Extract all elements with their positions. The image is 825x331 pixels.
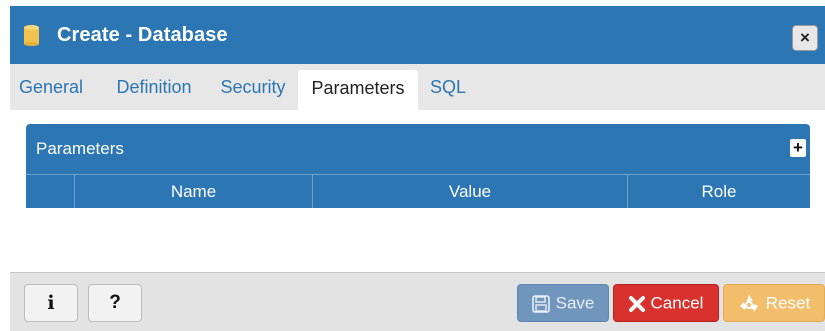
tab-definition[interactable]: Definition bbox=[102, 64, 206, 110]
help-button[interactable]: ? bbox=[88, 284, 142, 322]
floppy-disk-icon bbox=[531, 294, 550, 313]
cancel-button[interactable]: Cancel bbox=[613, 284, 719, 322]
tab-parameters[interactable]: Parameters bbox=[298, 70, 418, 110]
save-button[interactable]: Save bbox=[517, 284, 609, 322]
dialog-footer: i ? Save Cancel Reset bbox=[10, 272, 825, 331]
column-header-value[interactable]: Value bbox=[312, 175, 627, 208]
column-header-name[interactable]: Name bbox=[74, 175, 312, 208]
table-body-empty bbox=[26, 208, 810, 268]
column-header-role[interactable]: Role bbox=[627, 175, 810, 208]
dialog-title-bar[interactable]: Create - Database × bbox=[10, 6, 825, 64]
close-button[interactable]: × bbox=[792, 25, 818, 51]
table-header: Name Value Role bbox=[26, 174, 810, 208]
database-icon bbox=[24, 25, 39, 46]
help-icon: ? bbox=[109, 292, 121, 313]
add-row-button[interactable]: + bbox=[790, 139, 806, 157]
tab-sql[interactable]: SQL bbox=[422, 64, 474, 110]
plus-icon: + bbox=[793, 138, 803, 157]
recycle-icon bbox=[739, 294, 758, 312]
reset-button[interactable]: Reset bbox=[723, 284, 825, 322]
panel-title: Parameters bbox=[36, 139, 124, 158]
parameters-panel-header: Parameters + bbox=[26, 124, 810, 174]
tab-general[interactable]: General bbox=[10, 64, 92, 110]
cancel-label: Cancel bbox=[650, 293, 704, 313]
info-icon: i bbox=[47, 292, 55, 314]
tab-bar: General Definition Security Parameters S… bbox=[10, 64, 825, 110]
close-icon: × bbox=[800, 28, 810, 47]
x-icon bbox=[628, 295, 645, 312]
reset-label: Reset bbox=[765, 293, 811, 313]
create-database-dialog: Create - Database × General Definition S… bbox=[10, 6, 825, 331]
save-label: Save bbox=[555, 293, 595, 313]
dialog-title: Create - Database bbox=[57, 24, 228, 46]
info-button[interactable]: i bbox=[24, 284, 78, 322]
dialog-body: Parameters + Name Value Role bbox=[10, 110, 825, 272]
parameters-panel: Parameters + Name Value Role bbox=[26, 124, 810, 208]
column-header-select bbox=[26, 175, 74, 208]
tab-security[interactable]: Security bbox=[210, 64, 296, 110]
